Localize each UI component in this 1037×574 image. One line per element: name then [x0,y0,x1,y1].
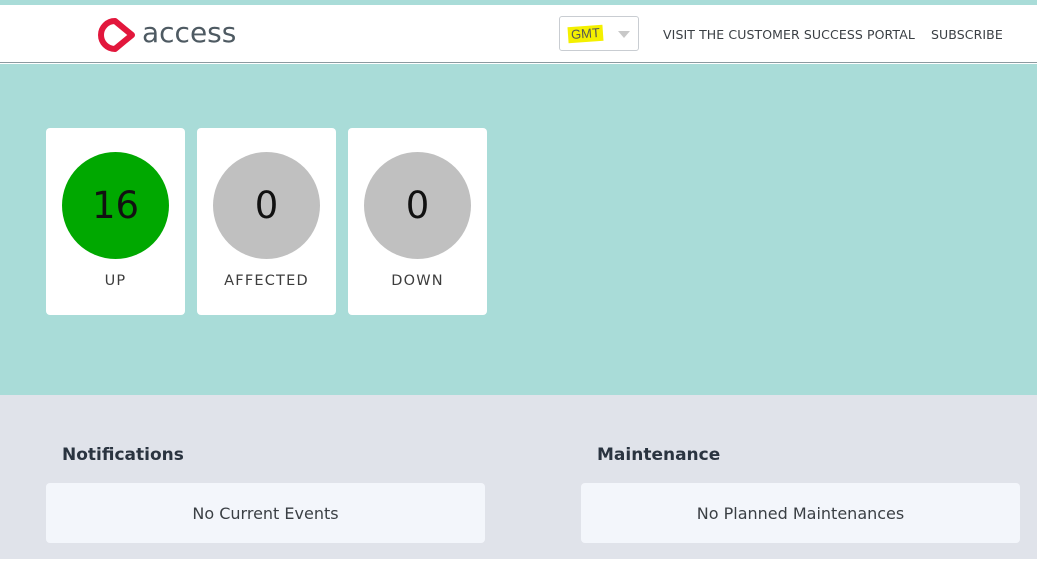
bottom-strip [0,559,1037,574]
chevron-down-icon [618,31,630,38]
logo-text: access [142,16,237,49]
status-card-affected[interactable]: 0 AFFECTED [197,128,336,315]
access-logo-icon [98,18,135,52]
status-label-down: DOWN [391,273,444,289]
status-summary-section: 16 UP 0 AFFECTED 0 DOWN [0,64,1037,395]
status-card-up[interactable]: 16 UP [46,128,185,315]
timezone-select[interactable]: GMT [559,16,639,51]
notifications-title: Notifications [62,445,184,465]
status-count-up: 16 [62,152,169,259]
status-count-affected: 0 [213,152,320,259]
events-section: Notifications No Current Events Maintena… [0,395,1037,559]
access-logo[interactable]: access [97,17,236,53]
customer-success-portal-link[interactable]: VISIT THE CUSTOMER SUCCESS PORTAL [663,27,915,42]
maintenance-title: Maintenance [597,445,721,465]
status-label-up: UP [104,273,127,289]
status-label-affected: AFFECTED [224,273,309,289]
timezone-selected-value: GMT [567,24,604,44]
notifications-panel: No Current Events [46,483,485,543]
maintenance-panel: No Planned Maintenances [581,483,1020,543]
site-header: access GMT VISIT THE CUSTOMER SUCCESS PO… [0,5,1037,63]
status-count-down: 0 [364,152,471,259]
subscribe-link[interactable]: SUBSCRIBE [931,27,1003,42]
status-card-down[interactable]: 0 DOWN [348,128,487,315]
